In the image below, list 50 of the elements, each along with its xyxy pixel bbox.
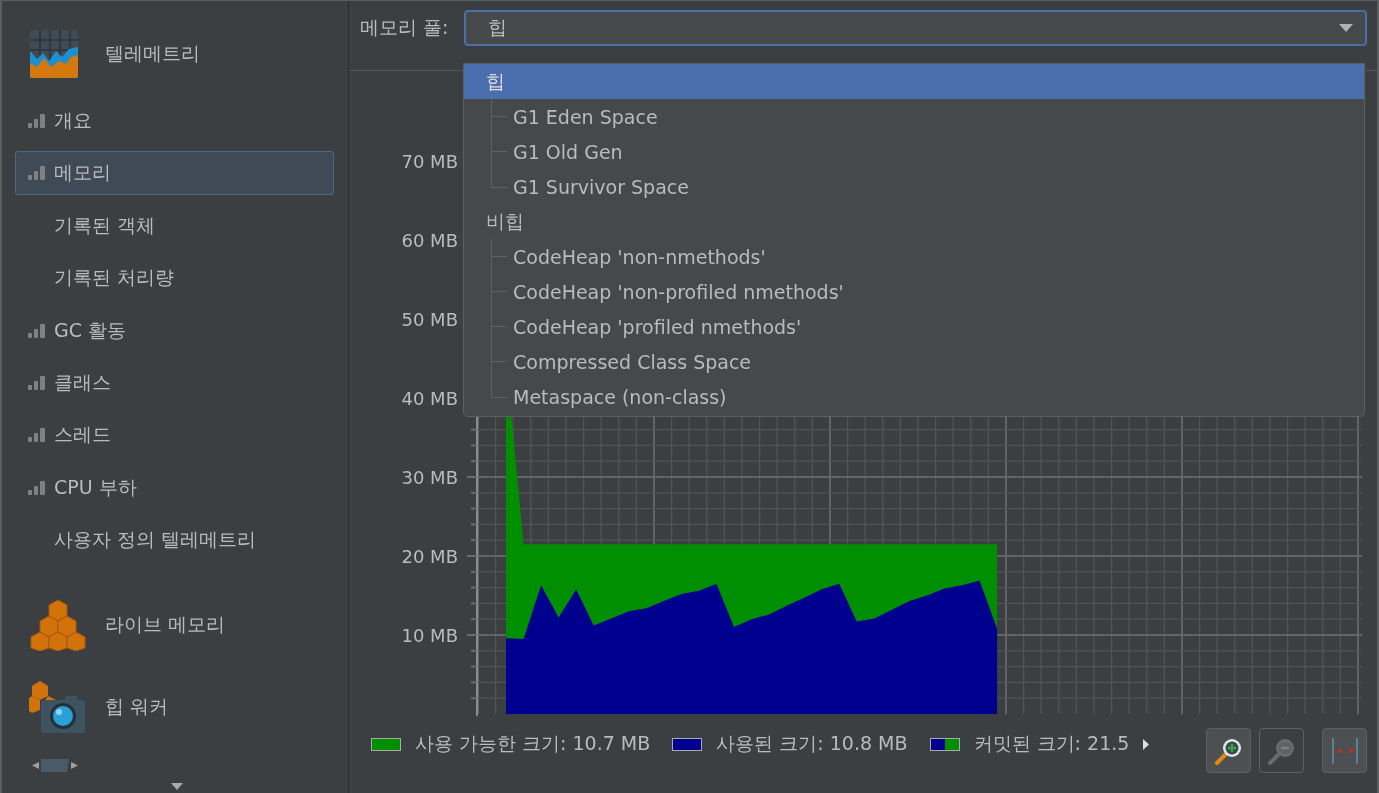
section-title[interactable]: 텔레메트리 <box>105 41 200 67</box>
menu-option[interactable]: 힙 <box>464 64 1364 99</box>
sidebar-item[interactable]: 개요 <box>15 99 334 143</box>
y-tick-label: 50 MB <box>401 309 458 330</box>
overflow-arrow-icon[interactable] <box>1143 738 1150 750</box>
cubes-camera-icon <box>29 679 87 734</box>
y-tick-label: 30 MB <box>401 467 458 488</box>
menu-option[interactable]: CodeHeap 'non-nmethods' <box>464 239 1364 274</box>
menu-option[interactable]: G1 Survivor Space <box>464 169 1364 204</box>
legend-swatch <box>929 737 960 751</box>
signal-bars-icon <box>28 323 46 338</box>
menu-option[interactable]: G1 Eden Space <box>464 99 1364 134</box>
pool-label: 메모리 풀: <box>360 14 450 40</box>
sidebar-item[interactable]: GC 활동 <box>15 308 334 353</box>
y-tick-label: 10 MB <box>401 625 458 646</box>
menu-option[interactable]: G1 Old Gen <box>464 134 1364 169</box>
menu-option[interactable]: Compressed Class Space <box>464 344 1364 379</box>
sidebar-item[interactable]: 기록된 처리량 <box>15 256 334 301</box>
signal-bars-icon <box>28 114 46 128</box>
menu-option[interactable]: CodeHeap 'non-profiled nmethods' <box>464 274 1364 309</box>
sidebar-item[interactable]: 메모리 <box>15 151 334 196</box>
cubes-icon <box>29 598 87 651</box>
scroll-down-icon[interactable] <box>171 783 183 790</box>
connector-icon <box>31 757 79 773</box>
area-chart-icon <box>29 29 79 79</box>
pool-dropdown[interactable]: 힙 <box>464 9 1367 46</box>
legend-label: 사용 가능한 크기: 10.7 MB <box>415 731 651 756</box>
signal-bars-icon <box>28 375 46 390</box>
section-title[interactable]: 라이브 메모리 <box>105 611 226 638</box>
y-tick-label: 40 MB <box>401 388 458 409</box>
menu-option[interactable]: Metaspace (non-class) <box>464 379 1364 414</box>
signal-bars-icon <box>28 428 46 443</box>
sidebar-item[interactable]: CPU 부하 <box>15 465 334 510</box>
menu-option[interactable]: CodeHeap 'profiled nmethods' <box>464 309 1364 344</box>
legend-label: 사용된 크기: 10.8 MB <box>716 731 908 756</box>
zoom-in-button[interactable] <box>1206 728 1251 773</box>
y-tick-label: 20 MB <box>401 546 458 567</box>
y-tick-label: 70 MB <box>401 151 458 172</box>
sidebar-item[interactable]: 클래스 <box>15 360 334 405</box>
section-title[interactable]: 힙 워커 <box>105 693 169 720</box>
signal-bars-icon <box>28 480 46 495</box>
fit-width-icon <box>1329 736 1360 765</box>
y-tick-label: 60 MB <box>401 230 458 251</box>
sidebar-item[interactable]: 사용자 정의 텔레메트리 <box>15 518 334 563</box>
sidebar-item[interactable]: 스레드 <box>15 413 334 458</box>
signal-bars-icon <box>28 166 46 181</box>
legend-label: 커밋된 크기: 21.5 <box>973 731 1130 756</box>
sidebar-item[interactable]: 기록된 객체 <box>15 203 334 248</box>
menu-option[interactable]: 비힙 <box>464 204 1364 239</box>
dropdown-arrow-icon <box>1339 23 1353 32</box>
